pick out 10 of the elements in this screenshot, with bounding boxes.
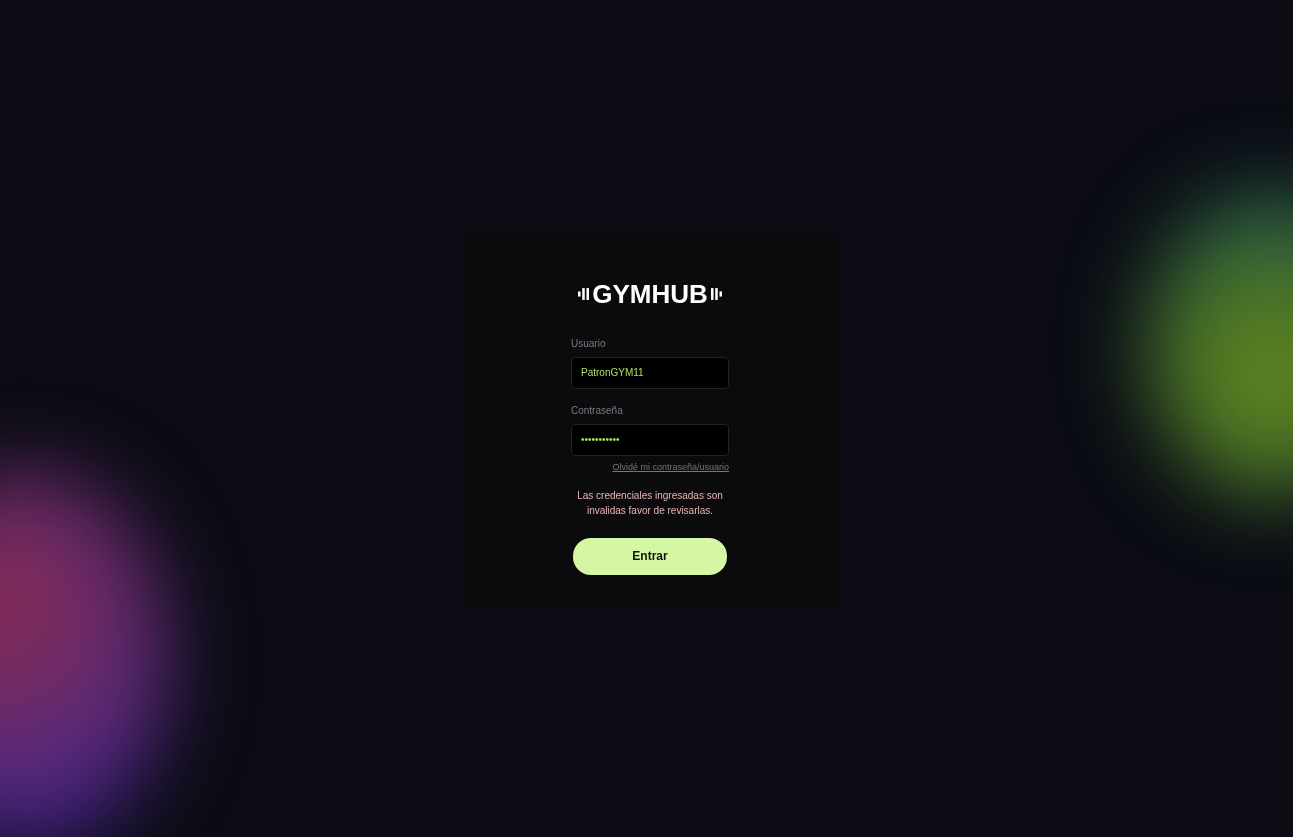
dumbbell-end-icon	[578, 286, 590, 302]
error-message: Las credenciales ingresadas son invalidas favor de revisarlas.	[576, 488, 724, 518]
enter-button[interactable]: Entrar	[573, 537, 727, 575]
dumbbell-end-icon	[710, 286, 722, 302]
field-label: Usuario	[571, 337, 607, 349]
forgot-password-link[interactable]: Olvidé mi contraseña/usuario	[612, 461, 729, 472]
logo-text: GYMHUB	[592, 278, 708, 310]
input-field[interactable]: •••••••••••	[571, 423, 729, 456]
input-field[interactable]: PatronGYM11	[571, 356, 729, 389]
field-label: Contraseña	[571, 404, 624, 416]
